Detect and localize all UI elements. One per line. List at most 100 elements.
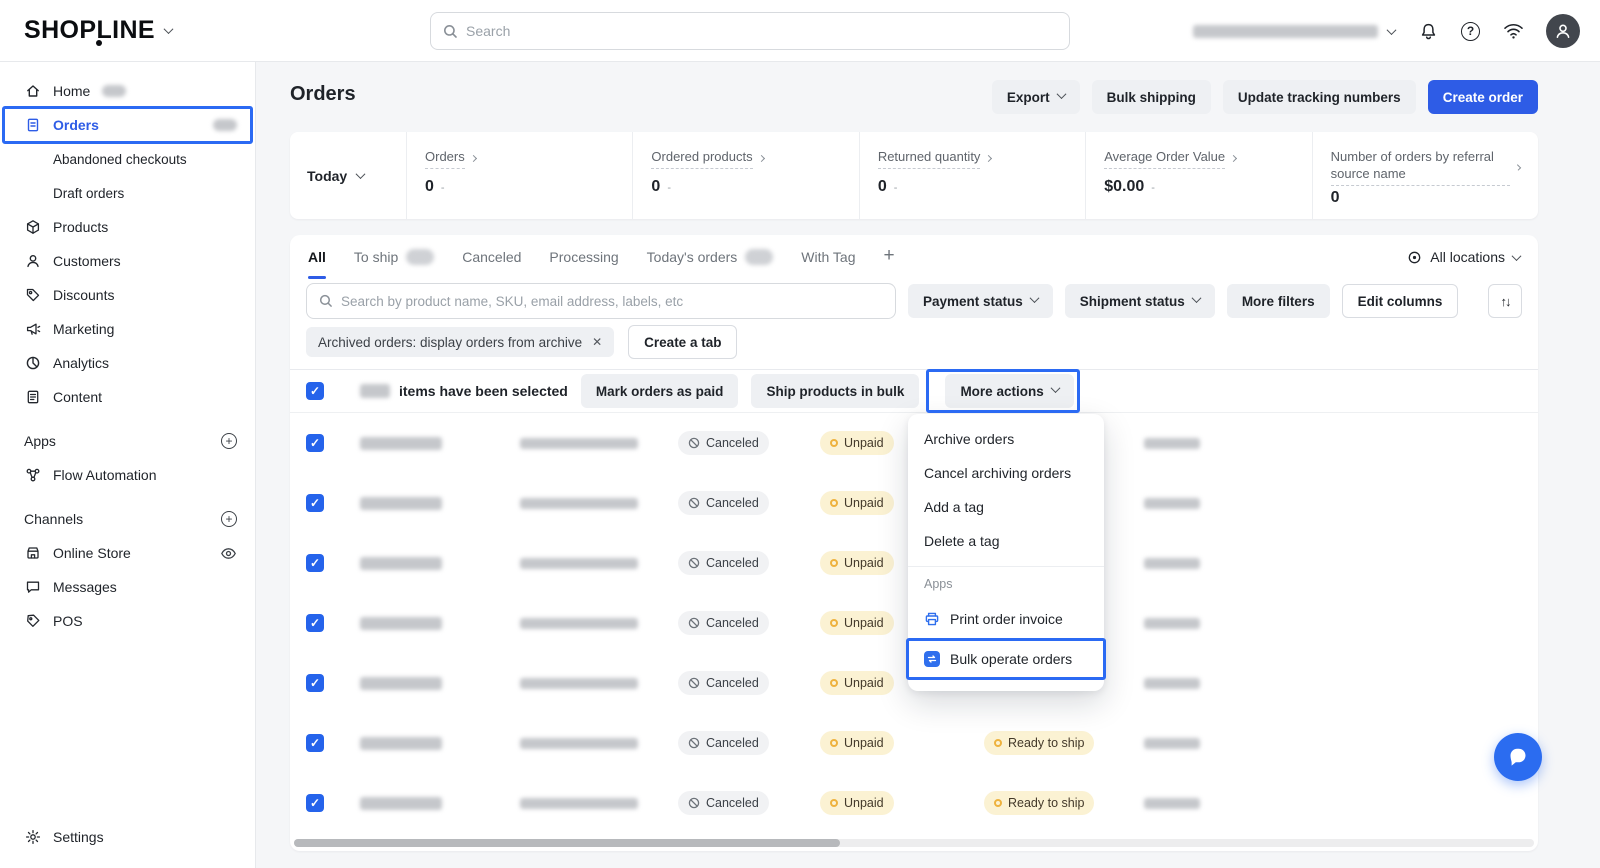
notifications-bell-icon[interactable] xyxy=(1417,20,1439,42)
eye-icon[interactable] xyxy=(220,545,237,562)
sidebar-item-home[interactable]: Home xyxy=(0,74,255,108)
stat-returned-quantity[interactable]: Returned quantity 0- xyxy=(859,132,1085,219)
stat-orders-by-referral[interactable]: Number of orders by referral source name… xyxy=(1312,132,1538,219)
tab-to-ship[interactable]: To ship xyxy=(354,235,434,279)
horizontal-scrollbar[interactable] xyxy=(294,839,1534,847)
row-checkbox[interactable] xyxy=(306,614,324,632)
sidebar-item-messages[interactable]: Messages xyxy=(0,570,255,604)
locations-select[interactable]: All locations xyxy=(1407,249,1520,265)
tab-label: Processing xyxy=(549,249,618,265)
topbar: SHOPLINE xyxy=(0,0,1600,62)
order-status-label: Canceled xyxy=(706,676,759,690)
row-checkbox[interactable] xyxy=(306,494,324,512)
add-app-icon[interactable] xyxy=(221,433,237,449)
order-date-blurred xyxy=(520,678,638,689)
order-search-input[interactable] xyxy=(341,294,883,309)
sidebar-item-orders[interactable]: Orders xyxy=(0,108,255,142)
sidebar-item-label: Discounts xyxy=(53,287,114,303)
sidebar-item-discounts[interactable]: Discounts xyxy=(0,278,255,312)
more-actions-label: More actions xyxy=(960,384,1043,399)
page-actions: Export Bulk shipping Update tracking num… xyxy=(992,80,1538,114)
bulk-shipping-button[interactable]: Bulk shipping xyxy=(1092,80,1211,114)
sidebar-item-analytics[interactable]: Analytics xyxy=(0,346,255,380)
tab-badge-blurred xyxy=(406,249,434,265)
chat-button[interactable] xyxy=(1494,733,1542,781)
row-checkbox[interactable] xyxy=(306,734,324,752)
row-checkbox[interactable] xyxy=(306,434,324,452)
order-id-blurred xyxy=(360,557,442,570)
shopline-logo[interactable]: SHOPLINE xyxy=(24,16,172,45)
more-actions-menu: Archive orders Cancel archiving orders A… xyxy=(908,414,1104,691)
tab-canceled[interactable]: Canceled xyxy=(462,235,521,279)
tab-processing[interactable]: Processing xyxy=(549,235,618,279)
sidebar-section-apps[interactable]: Apps xyxy=(0,424,255,458)
active-filter-chip[interactable]: Archived orders: display orders from arc… xyxy=(306,327,614,357)
add-channel-icon[interactable] xyxy=(221,511,237,527)
sidebar-item-marketing[interactable]: Marketing xyxy=(0,312,255,346)
shipment-status-filter[interactable]: Shipment status xyxy=(1065,284,1215,318)
close-icon[interactable] xyxy=(592,335,602,349)
global-search[interactable] xyxy=(430,12,1070,50)
sidebar-item-label: Orders xyxy=(53,117,99,133)
payment-status-filter[interactable]: Payment status xyxy=(908,284,1053,318)
store-switcher[interactable] xyxy=(1193,25,1395,38)
stat-orders[interactable]: Orders 0- xyxy=(406,132,632,219)
bulk-operate-icon xyxy=(924,651,940,667)
more-filters-button[interactable]: More filters xyxy=(1227,284,1330,318)
content-icon xyxy=(24,389,41,406)
sidebar-item-online-store[interactable]: Online Store xyxy=(0,536,255,570)
sidebar-item-draft-orders[interactable]: Draft orders xyxy=(0,176,255,210)
sidebar-item-content[interactable]: Content xyxy=(0,380,255,414)
table-row[interactable]: Canceled Unpaid Ready to ship xyxy=(290,713,1538,773)
sidebar-item-customers[interactable]: Customers xyxy=(0,244,255,278)
menu-item-bulk-operate[interactable]: Bulk operate orders xyxy=(908,639,1104,679)
sidebar-section-channels[interactable]: Channels xyxy=(0,502,255,536)
update-tracking-button[interactable]: Update tracking numbers xyxy=(1223,80,1416,114)
gear-icon xyxy=(24,829,41,846)
sidebar-item-abandoned-checkouts[interactable]: Abandoned checkouts xyxy=(0,142,255,176)
row-checkbox[interactable] xyxy=(306,794,324,812)
payment-status-chip: Unpaid xyxy=(820,671,894,695)
more-actions-button[interactable]: More actions xyxy=(945,374,1073,408)
date-range-select[interactable]: Today xyxy=(290,132,406,219)
tab-todays-orders[interactable]: Today's orders xyxy=(647,235,774,279)
stat-label: Average Order Value xyxy=(1104,149,1225,169)
select-all-checkbox[interactable] xyxy=(306,382,324,400)
sidebar-item-pos[interactable]: POS xyxy=(0,604,255,638)
chevron-down-icon xyxy=(164,24,174,34)
stat-average-order-value[interactable]: Average Order Value $0.00- xyxy=(1085,132,1311,219)
menu-item-delete-tag[interactable]: Delete a tag xyxy=(908,524,1104,558)
help-icon[interactable] xyxy=(1461,22,1480,41)
sort-button[interactable] xyxy=(1488,284,1522,318)
menu-item-print-invoice[interactable]: Print order invoice xyxy=(908,599,1104,639)
network-status-icon[interactable] xyxy=(1502,20,1524,42)
add-tab-button[interactable]: + xyxy=(884,245,895,267)
export-button[interactable]: Export xyxy=(992,80,1080,114)
order-date-blurred xyxy=(520,798,638,809)
menu-item-add-tag[interactable]: Add a tag xyxy=(908,490,1104,524)
tab-all[interactable]: All xyxy=(308,235,326,279)
sidebar-item-label: Analytics xyxy=(53,355,109,371)
global-search-input[interactable] xyxy=(466,23,1057,39)
sidebar-item-settings[interactable]: Settings xyxy=(0,820,255,854)
ship-bulk-button[interactable]: Ship products in bulk xyxy=(751,374,919,408)
table-row[interactable]: Canceled Unpaid Ready to ship xyxy=(290,773,1538,833)
flow-automation-icon xyxy=(24,467,41,484)
stat-ordered-products[interactable]: Ordered products 0- xyxy=(632,132,858,219)
tab-with-tag[interactable]: With Tag xyxy=(801,235,855,279)
scrollbar-thumb[interactable] xyxy=(294,839,840,847)
sidebar-item-products[interactable]: Products xyxy=(0,210,255,244)
mark-paid-button[interactable]: Mark orders as paid xyxy=(581,374,739,408)
menu-item-archive-orders[interactable]: Archive orders xyxy=(908,422,1104,456)
order-search[interactable] xyxy=(306,283,896,319)
menu-item-cancel-archiving[interactable]: Cancel archiving orders xyxy=(908,456,1104,490)
account-avatar[interactable] xyxy=(1546,14,1580,48)
payment-status-chip: Unpaid xyxy=(820,431,894,455)
row-checkbox[interactable] xyxy=(306,674,324,692)
row-checkbox[interactable] xyxy=(306,554,324,572)
create-tab-button[interactable]: Create a tab xyxy=(628,325,737,359)
create-order-button[interactable]: Create order xyxy=(1428,80,1538,114)
sidebar-item-flow-automation[interactable]: Flow Automation xyxy=(0,458,255,492)
order-status-chip: Canceled xyxy=(678,731,769,755)
edit-columns-button[interactable]: Edit columns xyxy=(1342,284,1459,318)
